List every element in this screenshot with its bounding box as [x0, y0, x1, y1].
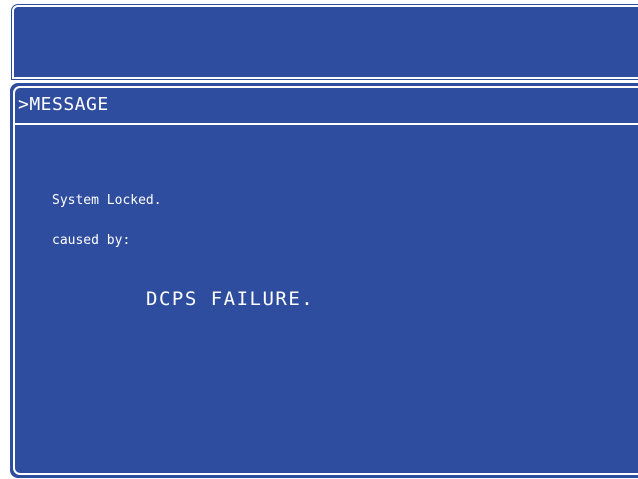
- header-divider: [13, 123, 638, 125]
- top-status-panel: [12, 5, 638, 79]
- failure-text: DCPS FAILURE.: [146, 288, 315, 310]
- message-panel: >MESSAGE System Locked. caused by: DCPS …: [10, 83, 638, 478]
- status-text: System Locked.: [52, 193, 162, 208]
- cause-label: caused by:: [52, 233, 131, 248]
- message-header: >MESSAGE: [18, 93, 109, 115]
